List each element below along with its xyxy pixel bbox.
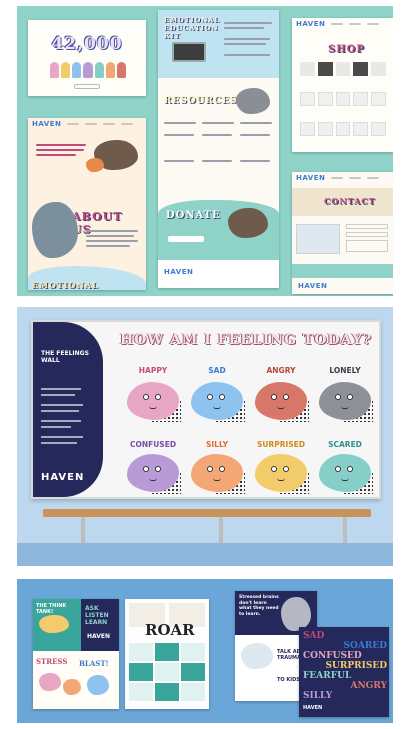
wall-logo: HAVEN [41, 472, 85, 483]
feelings-wall-panel: THE FEELINGS WALL HAVEN HOW AM I FEELING… [17, 307, 393, 566]
contact-title: CONTACT [324, 196, 376, 206]
emotion-label-happy: HAPPY [138, 366, 168, 375]
counter-page: 42,000 [28, 20, 146, 96]
donate-photo [228, 208, 268, 238]
footer-logo[interactable]: HAVEN [164, 268, 193, 276]
feelings-wall-billboard: THE FEELINGS WALL HAVEN HOW AM I FEELING… [31, 320, 381, 499]
think-tank-title: THE THINK TANK! [36, 603, 67, 615]
donate-button[interactable] [168, 236, 204, 242]
emotion-face-angry [255, 382, 307, 420]
emotion-label-silly: SILLY [205, 440, 228, 449]
shop-title: SHOP [328, 44, 365, 55]
emotion-label-angry: ANGRY [266, 366, 296, 375]
poster-word-confused: CONFUSED [303, 651, 362, 661]
poster-word-silly: SILLY [303, 691, 333, 701]
about-page: HAVEN ABOUT US EMOTIONAL [28, 118, 146, 290]
emotion-word-list: SAD SOARED CONFUSED SURPRISED FEARFUL ANGRY SI… [303, 631, 387, 701]
emotion-label-surprised: SURPRISED [256, 440, 306, 449]
poster-word-soared: SOARED [343, 641, 387, 651]
resources-title: RESOURCES [164, 96, 238, 106]
counter-number: 42,000 [51, 34, 123, 54]
poster-word-sad: SAD [303, 631, 325, 641]
roar-word: ROAR [145, 621, 195, 639]
emotion-face-lonely [319, 382, 371, 420]
email-field[interactable] [346, 232, 388, 237]
wall-heading: HOW AM I FEELING TODAY? [119, 332, 373, 348]
emotion-label-sad: SAD [208, 366, 226, 375]
map-image [296, 224, 340, 254]
kit-page: EMOTIONAL EDUCATION KIT RESOURCES DONATE… [158, 10, 279, 288]
contact-navbar: HAVEN [292, 172, 393, 184]
emotion-face-scared [319, 454, 371, 492]
emotion-label-lonely: LONELY [329, 366, 361, 375]
name-field[interactable] [346, 224, 388, 229]
emotion-face-confused [127, 454, 179, 492]
website-mockups-panel: 42,000 HAVEN ABOUT US EMOTIONAL EMOTIONA… [17, 6, 393, 296]
poster-stressed-text: Stressed brains don't learn what they ne… [239, 595, 279, 617]
emotion-face-surprised [255, 454, 307, 492]
poster-word-surprised: SURPRISED [325, 661, 387, 671]
emotional-heading: EMOTIONAL [32, 280, 99, 290]
poster-word-angry: ANGRY [350, 681, 387, 691]
emotions-poster-logo: HAVEN [303, 705, 323, 711]
emotion-face-sad [191, 382, 243, 420]
bench-seat [43, 509, 371, 517]
poster-word-fearful: FEARFUL [303, 671, 352, 681]
print-materials-panel: THE THINK TANK! ASK LISTEN LEARN HAVEN S… [17, 579, 393, 723]
haven-logo[interactable]: HAVEN [32, 120, 61, 128]
message-field[interactable] [346, 240, 388, 252]
kit-title: EMOTIONAL EDUCATION KIT [164, 16, 220, 40]
brochure-roar: ROAR [125, 599, 209, 709]
blast-word: BLAST! [79, 659, 109, 668]
floor [17, 543, 393, 566]
about-navbar: HAVEN [28, 118, 146, 130]
brochure-think-tank: THE THINK TANK! ASK LISTEN LEARN HAVEN S… [33, 599, 119, 709]
contact-page: HAVEN CONTACT HAVEN [292, 172, 393, 294]
shop-navbar: HAVEN [292, 18, 393, 30]
emotion-face-silly [191, 454, 243, 492]
emotion-label-scared: SCARED [328, 440, 362, 449]
emotion-label-confused: CONFUSED [129, 440, 177, 449]
about-title: ABOUT US [72, 210, 123, 236]
emotions-poster: SAD SOARED CONFUSED SURPRISED FEARFUL ANGRY SI… [299, 627, 389, 717]
emotion-face-happy [127, 382, 179, 420]
donate-title: DONATE [166, 210, 221, 221]
wall-sidebar: THE FEELINGS WALL HAVEN [33, 322, 103, 497]
figure-row [50, 62, 126, 78]
ask-listen-learn: ASK LISTEN LEARN [85, 605, 109, 626]
group-photo [32, 202, 78, 258]
shop-page: HAVEN SHOP [292, 18, 393, 152]
laptop-image [172, 42, 206, 62]
wall-title: THE FEELINGS WALL [41, 350, 89, 364]
brochure-logo: HAVEN [87, 633, 111, 640]
learn-more-button[interactable] [74, 84, 100, 89]
stress-word: STRESS [36, 657, 68, 666]
